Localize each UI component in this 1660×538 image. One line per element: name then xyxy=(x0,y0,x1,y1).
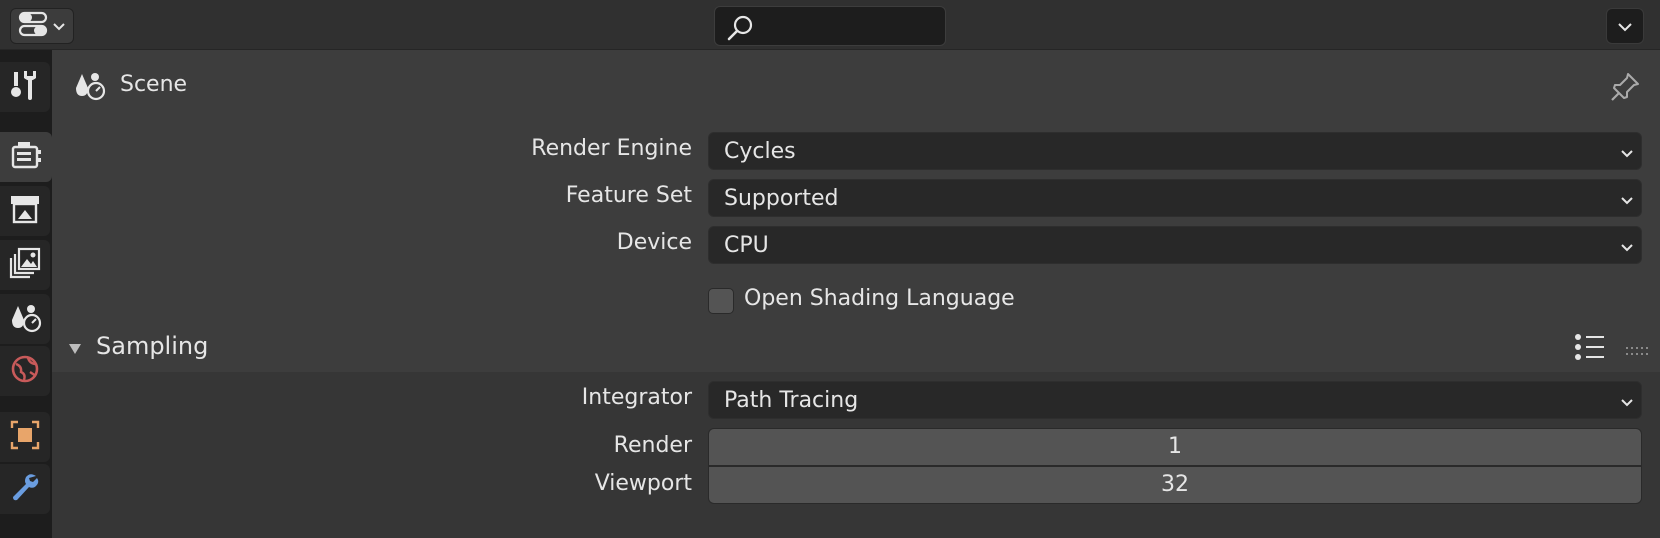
tab-world[interactable] xyxy=(0,346,50,396)
chevron-down-icon xyxy=(1619,145,1635,164)
collapse-arrow-icon[interactable] xyxy=(68,340,82,359)
render-engine-dropdown[interactable]: Cycles xyxy=(708,132,1642,170)
open-shading-language-label[interactable]: Open Shading Language xyxy=(744,286,1015,311)
open-shading-language-checkbox[interactable] xyxy=(708,288,734,314)
drag-handle-icon[interactable] xyxy=(1626,342,1648,361)
chevron-down-icon xyxy=(1619,394,1635,413)
tab-render[interactable] xyxy=(0,132,52,182)
tab-output[interactable] xyxy=(0,186,50,236)
chevron-down-icon xyxy=(1619,239,1635,258)
properties-header xyxy=(0,0,1660,50)
tool-settings-icon xyxy=(8,68,42,106)
context-header: Scene xyxy=(52,50,1660,120)
context-title: Scene xyxy=(120,72,188,97)
feature-set-value: Supported xyxy=(724,186,839,211)
device-dropdown[interactable]: CPU xyxy=(708,226,1642,264)
tab-scene[interactable] xyxy=(0,294,50,344)
tab-view-layer[interactable] xyxy=(0,240,50,290)
properties-content: Scene Render Engine Cycles Feature Set S… xyxy=(52,50,1660,538)
properties-tab-strip xyxy=(0,50,52,538)
render-properties-icon xyxy=(9,138,43,176)
tab-tool[interactable] xyxy=(0,62,50,112)
world-properties-icon xyxy=(8,352,42,390)
presets-list-icon[interactable] xyxy=(1574,332,1606,366)
search-icon xyxy=(725,13,757,45)
feature-set-label: Feature Set xyxy=(565,183,692,208)
sampling-panel-title: Sampling xyxy=(96,332,209,360)
render-samples-label: Render xyxy=(613,433,692,458)
pin-icon[interactable] xyxy=(1608,70,1642,108)
tab-modifiers[interactable] xyxy=(0,464,50,514)
scene-properties-icon xyxy=(8,300,42,338)
integrator-label: Integrator xyxy=(581,385,692,410)
search-input[interactable] xyxy=(714,6,946,46)
integrator-value: Path Tracing xyxy=(724,388,859,413)
sampling-panel-header[interactable]: Sampling xyxy=(52,320,1660,372)
view-layer-icon xyxy=(8,246,42,284)
chevron-down-icon xyxy=(52,17,66,36)
editor-type-button[interactable] xyxy=(10,8,74,44)
device-value: CPU xyxy=(724,233,769,258)
viewport-samples-label: Viewport xyxy=(594,471,692,496)
render-engine-label: Render Engine xyxy=(531,136,692,161)
integrator-dropdown[interactable]: Path Tracing xyxy=(708,381,1642,419)
device-label: Device xyxy=(616,230,692,255)
object-properties-icon xyxy=(8,418,42,456)
chevron-down-icon xyxy=(1617,17,1633,36)
render-samples-field[interactable]: 1 xyxy=(708,428,1642,466)
tab-object[interactable] xyxy=(0,412,50,462)
viewport-samples-field[interactable]: 32 xyxy=(708,466,1642,504)
options-dropdown-button[interactable] xyxy=(1606,8,1644,44)
modifier-wrench-icon xyxy=(8,470,42,508)
feature-set-dropdown[interactable]: Supported xyxy=(708,179,1642,217)
output-properties-icon xyxy=(8,192,42,230)
chevron-down-icon xyxy=(1619,192,1635,211)
scene-properties-icon xyxy=(72,68,106,106)
render-engine-value: Cycles xyxy=(724,139,796,164)
properties-editor-icon xyxy=(18,11,48,41)
